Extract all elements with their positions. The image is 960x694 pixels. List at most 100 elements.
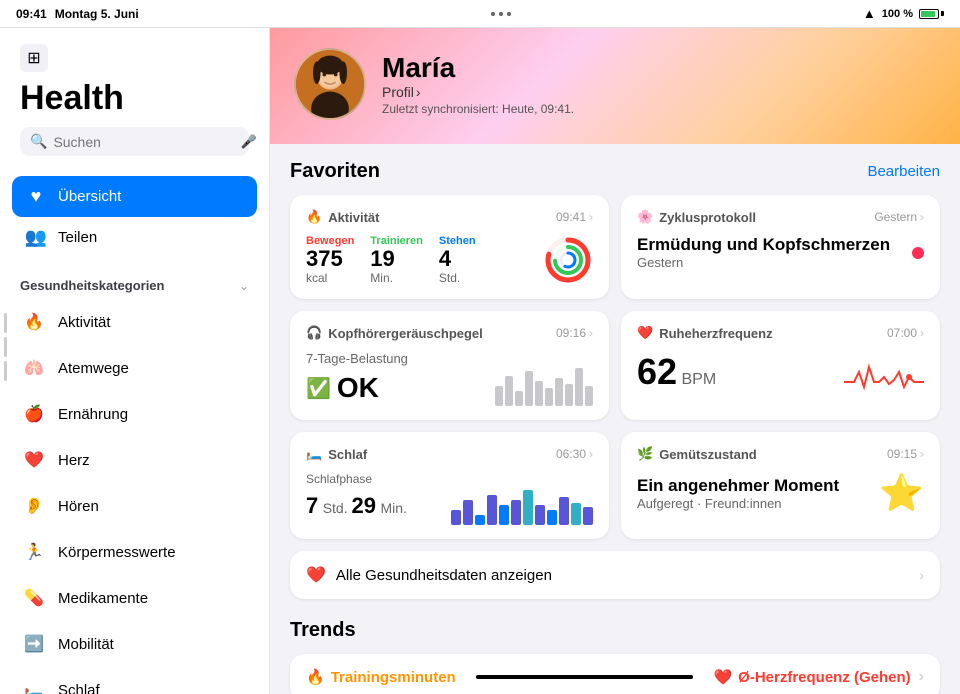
ok-icon: ✅ <box>306 376 331 401</box>
profile-info: María Profil › Zuletzt synchronisiert: H… <box>382 52 574 116</box>
activity-chevron: › <box>589 210 593 224</box>
headphone-sublabel: 7-Tage-Belastung <box>306 351 593 366</box>
all-data-chevron: › <box>919 567 924 583</box>
activity-card-title: 🔥 Aktivität <box>306 209 379 225</box>
cycle-symptom-title: Ermüdung und Kopfschmerzen <box>637 235 890 255</box>
nutrition-icon: 🍎 <box>20 400 48 428</box>
app-container: ⊞ Health 🔍 🎤 ♥ Übersicht 👥 Teilen Gesund… <box>0 28 960 694</box>
battery-icon <box>919 9 944 19</box>
trends-title: Trends <box>290 619 356 642</box>
sleep-icon: 🛏️ <box>20 676 48 694</box>
trends-section: Trends 🔥 Trainingsminuten ❤️ Ø-Herzfrequ… <box>290 619 940 694</box>
categories-list: 🔥 Aktivität 🫁 Atemwege 🍎 Ernährung ❤️ He… <box>0 299 269 694</box>
category-sleep[interactable]: 🛏️ Schlaf <box>0 667 269 694</box>
sleep-chevron: › <box>589 447 593 461</box>
trends-chevron: › <box>919 668 924 686</box>
status-bar-center <box>491 12 511 16</box>
trends-header: Trends <box>290 619 940 642</box>
all-data-button[interactable]: ❤️ Alle Gesundheitsdaten anzeigen › <box>290 551 940 599</box>
category-activity[interactable]: 🔥 Aktivität <box>0 299 269 345</box>
meds-icon: 💊 <box>20 584 48 612</box>
mood-card[interactable]: 🌿 Gemütszustand 09:15 › Ein angenehmer M… <box>621 432 940 539</box>
nav-item-overview[interactable]: ♥ Übersicht <box>12 176 257 217</box>
mood-card-icon: 🌿 <box>637 446 653 462</box>
cards-grid: 🔥 Aktivität 09:41 › Bewegen 375 kcal <box>290 195 940 539</box>
headphone-chevron: › <box>589 326 593 340</box>
activity-exercise: Trainieren 19 Min. <box>370 235 423 285</box>
headphone-card[interactable]: 🎧 Kopfhörergeräuschpegel 09:16 › 7-Tage-… <box>290 311 609 420</box>
category-label: Ernährung <box>58 406 128 423</box>
mood-emoji: ⭐ <box>879 472 924 514</box>
category-mobility[interactable]: ➡️ Mobilität <box>0 621 269 667</box>
bpm-value: 62 <box>637 351 677 392</box>
cycle-card[interactable]: 🌸 Zyklusprotokoll Gestern › Ermüdung und… <box>621 195 940 299</box>
mood-card-time: 09:15 › <box>887 447 924 461</box>
favorites-header: Favoriten Bearbeiten <box>290 160 940 183</box>
sleep-card[interactable]: 🛏️ Schlaf 06:30 › Schlafphase 7 Std. <box>290 432 609 539</box>
edge-dots <box>4 313 7 381</box>
category-airway[interactable]: 🫁 Atemwege <box>0 345 269 391</box>
mood-chevron: › <box>920 447 924 461</box>
status-bar-right: ▲ 100 % <box>863 6 944 21</box>
heartrate-card[interactable]: ❤️ Ruheherzfrequenz 07:00 › 62 BPM <box>621 311 940 420</box>
mood-card-title: 🌿 Gemütszustand <box>637 446 757 462</box>
cycle-content: Ermüdung und Kopfschmerzen Gestern <box>637 235 924 270</box>
heartrate-chart <box>844 352 924 392</box>
mobility-icon: ➡️ <box>20 630 48 658</box>
activity-ring <box>543 235 593 285</box>
nav-item-share[interactable]: 👥 Teilen <box>12 217 257 258</box>
activity-move: Bewegen 375 kcal <box>306 235 354 285</box>
cycle-symptom-date: Gestern <box>637 255 890 270</box>
search-bar[interactable]: 🔍 🎤 <box>20 127 249 156</box>
sleep-bars <box>451 490 593 525</box>
mic-icon[interactable]: 🎤 <box>240 134 256 150</box>
nav-label-overview: Übersicht <box>58 188 121 205</box>
category-label: Körpermesswerte <box>58 544 176 561</box>
headphone-ok: ✅ OK <box>306 372 379 404</box>
category-label: Aktivität <box>58 314 111 331</box>
category-body[interactable]: 🏃 Körpermesswerte <box>0 529 269 575</box>
activity-card[interactable]: 🔥 Aktivität 09:41 › Bewegen 375 kcal <box>290 195 609 299</box>
edit-button[interactable]: Bearbeiten <box>867 163 940 180</box>
mood-title: Ein angenehmer Moment <box>637 476 839 496</box>
activity-card-header: 🔥 Aktivität 09:41 › <box>306 209 593 225</box>
mood-content: Ein angenehmer Moment Aufgeregt · Freund… <box>637 472 924 514</box>
body-icon: 🏃 <box>20 538 48 566</box>
heart-icon: ❤️ <box>20 446 48 474</box>
category-label: Mobilität <box>58 636 114 653</box>
sidebar-icons-row: ⊞ <box>20 44 249 72</box>
sleep-card-header: 🛏️ Schlaf 06:30 › <box>306 446 593 462</box>
bpm-unit: BPM <box>682 371 717 388</box>
profile-name: María <box>382 52 574 84</box>
heartrate-chevron: › <box>920 326 924 340</box>
headphone-card-header: 🎧 Kopfhörergeräuschpegel 09:16 › <box>306 325 593 341</box>
status-date: Montag 5. Juni <box>55 7 139 21</box>
trend-item[interactable]: 🔥 Trainingsminuten ❤️ Ø-Herzfrequenz (Ge… <box>290 654 940 694</box>
profile-link[interactable]: Profil › <box>382 84 574 100</box>
sleep-card-time: 06:30 › <box>556 447 593 461</box>
nav-label-share: Teilen <box>58 229 97 246</box>
sleep-hours: 7 <box>306 493 318 518</box>
cycle-card-header: 🌸 Zyklusprotokoll Gestern › <box>637 209 924 225</box>
category-nutrition[interactable]: 🍎 Ernährung <box>0 391 269 437</box>
heartrate-card-header: ❤️ Ruheherzfrequenz 07:00 › <box>637 325 924 341</box>
sidebar-toggle-icon[interactable]: ⊞ <box>20 44 48 72</box>
category-meds[interactable]: 💊 Medikamente <box>0 575 269 621</box>
profile-header: María Profil › Zuletzt synchronisiert: H… <box>270 28 960 144</box>
all-data-icon: ❤️ <box>306 565 326 585</box>
categories-chevron[interactable]: ⌄ <box>239 279 249 293</box>
search-input[interactable] <box>53 134 234 150</box>
trend-training-label: 🔥 Trainingsminuten <box>306 668 456 686</box>
cycle-dot <box>912 247 924 259</box>
headphone-content: ✅ OK <box>306 366 593 406</box>
activity-card-time: 09:41 › <box>556 210 593 224</box>
status-time: 09:41 <box>16 7 47 21</box>
category-hearing[interactable]: 👂 Hören <box>0 483 269 529</box>
sidebar: ⊞ Health 🔍 🎤 ♥ Übersicht 👥 Teilen Gesund… <box>0 28 270 694</box>
sidebar-nav: ♥ Übersicht 👥 Teilen <box>0 168 269 266</box>
category-heart[interactable]: ❤️ Herz <box>0 437 269 483</box>
category-label: Medikamente <box>58 590 148 607</box>
favorites-title: Favoriten <box>290 160 380 183</box>
airway-icon: 🫁 <box>20 354 48 382</box>
activity-stand: Stehen 4 Std. <box>439 235 476 285</box>
